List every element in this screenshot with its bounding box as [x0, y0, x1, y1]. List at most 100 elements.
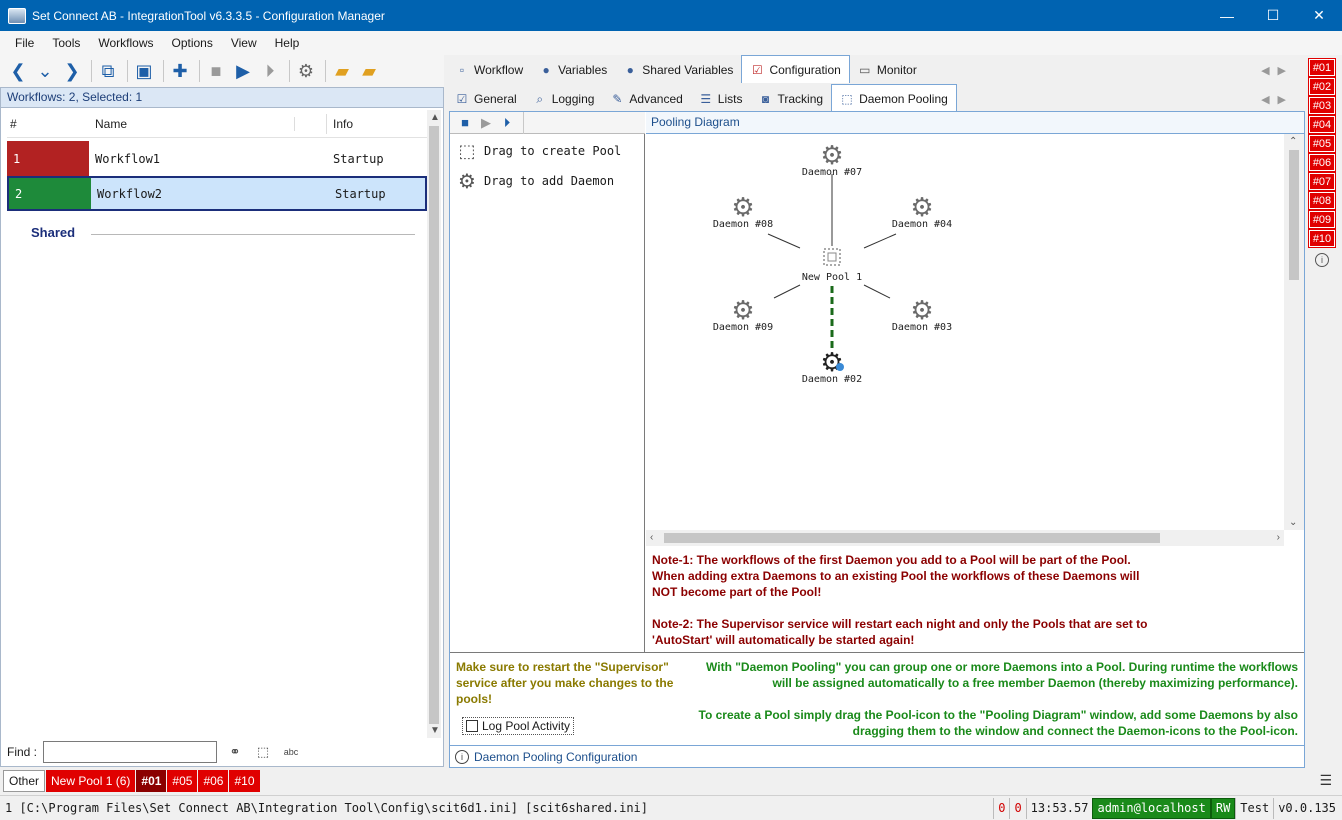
column-info[interactable]: Info	[327, 117, 353, 131]
step-icon[interactable]: ⏵	[258, 59, 282, 83]
daemon-badge[interactable]: #02	[1308, 77, 1336, 96]
daemon-node[interactable]: ⚙ Daemon #04	[892, 192, 952, 230]
menu-options[interactable]: Options	[162, 31, 221, 55]
daemon-badge[interactable]: #06	[1308, 153, 1336, 172]
binoculars-icon[interactable]: ⚭	[225, 742, 245, 762]
minimize-button[interactable]: —	[1204, 0, 1250, 31]
play-icon[interactable]: ▶	[231, 59, 255, 83]
error-count: 0	[993, 797, 1009, 819]
list-icon: ☰	[700, 92, 712, 106]
scroll-thumb[interactable]	[1289, 150, 1299, 280]
back-arrow-icon[interactable]: ❮	[6, 59, 30, 83]
menu-view[interactable]: View	[222, 31, 266, 55]
daemon-node[interactable]: ⚙ Daemon #09	[713, 295, 773, 333]
tab-lists[interactable]: ☰ Lists	[691, 86, 751, 112]
daemon-label: Daemon #04	[892, 219, 952, 230]
checkbox-box[interactable]	[466, 720, 478, 732]
daemon-badge[interactable]: #01	[1308, 58, 1336, 77]
tab-shared-variables[interactable]: ● Shared Variables	[615, 57, 741, 83]
tab-scroll-arrows[interactable]: ◀▶	[1261, 93, 1294, 106]
diagram-vertical-scrollbar[interactable]: ⌃ ⌄	[1284, 134, 1304, 530]
find-input[interactable]	[43, 741, 218, 763]
menu-file[interactable]: File	[0, 31, 43, 55]
tab-monitor[interactable]: ▭ Monitor	[850, 57, 925, 83]
create-pool-item[interactable]: ⬚ Drag to create Pool	[456, 140, 621, 162]
pool-icon: ⬚	[841, 91, 853, 106]
daemon-badge[interactable]: #05	[1308, 134, 1336, 153]
daemon-badge[interactable]: #04	[1308, 115, 1336, 134]
play-icon[interactable]: ▶	[477, 111, 495, 135]
forward-arrow-icon[interactable]: ❯	[60, 59, 84, 83]
user-badge: admin@localhost	[1092, 797, 1211, 819]
pool-node[interactable]: New Pool 1	[802, 248, 862, 283]
tab-pool[interactable]: New Pool 1 (6)	[46, 770, 136, 792]
tab-daemon[interactable]: #05	[167, 770, 198, 792]
tab-daemon[interactable]: #01	[136, 770, 167, 792]
tab-workflow[interactable]: ▫ Workflow	[447, 57, 531, 83]
table-row[interactable]: 2 Workflow2 Startup	[7, 176, 427, 211]
gear-icon[interactable]: ⚙	[294, 59, 318, 83]
tab-daemon[interactable]: #06	[198, 770, 229, 792]
scroll-down-icon[interactable]: ▼	[430, 725, 440, 736]
select-all-icon[interactable]: ⬚	[253, 742, 273, 762]
save-icon[interactable]: ▣	[132, 59, 156, 83]
scroll-up-icon[interactable]: ▲	[430, 112, 440, 123]
folder-refresh-icon[interactable]: ▰	[357, 59, 381, 83]
tab-logging[interactable]: ⌕ Logging	[525, 86, 603, 112]
scroll-thumb[interactable]	[664, 533, 1160, 543]
tab-daemon[interactable]: #10	[229, 770, 260, 792]
tab-general[interactable]: ☑ General	[447, 86, 525, 112]
daemon-node[interactable]: ⚙ Daemon #03	[892, 295, 952, 333]
gear-icon: ⚙	[731, 295, 754, 325]
column-num[interactable]: #	[7, 117, 89, 131]
pooling-description: With "Daemon Pooling" you can group one …	[698, 659, 1298, 739]
pooling-diagram[interactable]: New Pool 1 ⚙ Daemon #07 ⚙ Daemon #08 ⚙ D…	[646, 134, 1304, 530]
folder-open-icon[interactable]: ▰	[330, 59, 354, 83]
daemon-badge[interactable]: #10	[1308, 229, 1336, 248]
tab-variables[interactable]: ● Variables	[531, 57, 615, 83]
menu-help[interactable]: Help	[266, 31, 309, 55]
tab-advanced[interactable]: ✎ Advanced	[602, 86, 690, 112]
info-icon[interactable]: i	[1315, 253, 1329, 267]
menu-workflows[interactable]: Workflows	[89, 31, 162, 55]
chevron-down-icon[interactable]: ⌄	[33, 59, 57, 83]
daemon-node[interactable]: ⚙ Daemon #08	[713, 192, 773, 230]
add-icon[interactable]: ✚	[168, 59, 192, 83]
tab-tracking[interactable]: ◙ Tracking	[750, 86, 831, 112]
workflows-table: # Name Info 1 Workflow1 Startup 2 Workfl…	[7, 110, 427, 211]
scroll-right-icon[interactable]: ›	[1277, 532, 1280, 543]
scroll-thumb[interactable]	[429, 126, 439, 724]
tab-other[interactable]: Other	[3, 770, 46, 792]
scroll-down-icon[interactable]: ⌄	[1289, 517, 1297, 528]
daemon-badge[interactable]: #09	[1308, 210, 1336, 229]
close-button[interactable]: ✕	[1296, 0, 1342, 31]
overflow-menu-icon[interactable]: ☰	[1319, 772, 1332, 789]
tab-daemon-pooling[interactable]: ⬚ Daemon Pooling	[831, 84, 957, 112]
log-pool-activity-checkbox[interactable]: Log Pool Activity	[462, 717, 575, 735]
gear-icon: ⚙	[910, 295, 933, 325]
tab-label: Tracking	[777, 92, 824, 106]
tab-scroll-arrows[interactable]: ◀▶	[1261, 64, 1294, 77]
daemon-badge[interactable]: #03	[1308, 96, 1336, 115]
tab-configuration[interactable]: ☑ Configuration	[741, 55, 850, 83]
table-row[interactable]: 1 Workflow1 Startup	[7, 141, 427, 176]
column-name[interactable]: Name	[89, 116, 295, 131]
daemon-badge[interactable]: #08	[1308, 191, 1336, 210]
step-icon[interactable]: ⏵	[498, 111, 516, 135]
daemon-node[interactable]: ⚙ Daemon #07	[802, 140, 862, 178]
maximize-button[interactable]: ☐	[1250, 0, 1296, 31]
spellcheck-icon[interactable]: abc	[281, 742, 301, 762]
add-daemon-item[interactable]: ⚙ Drag to add Daemon	[456, 170, 614, 193]
daemon-label: Daemon #02	[802, 374, 862, 385]
scroll-left-icon[interactable]: ‹	[650, 532, 653, 543]
diagram-horizontal-scrollbar[interactable]: ‹ ›	[646, 530, 1284, 546]
vertical-scrollbar[interactable]: ▲ ▼	[427, 110, 441, 738]
scroll-up-icon[interactable]: ⌃	[1289, 136, 1297, 147]
daemon-node-active[interactable]: ⚙ Daemon #02	[802, 347, 862, 385]
workflow-layout-icon[interactable]: ⧉	[96, 59, 120, 83]
stop-icon[interactable]: ■	[456, 111, 474, 135]
shared-group-label[interactable]: Shared	[31, 225, 75, 240]
menu-tools[interactable]: Tools	[43, 31, 89, 55]
stop-icon[interactable]: ■	[204, 59, 228, 83]
daemon-badge[interactable]: #07	[1308, 172, 1336, 191]
